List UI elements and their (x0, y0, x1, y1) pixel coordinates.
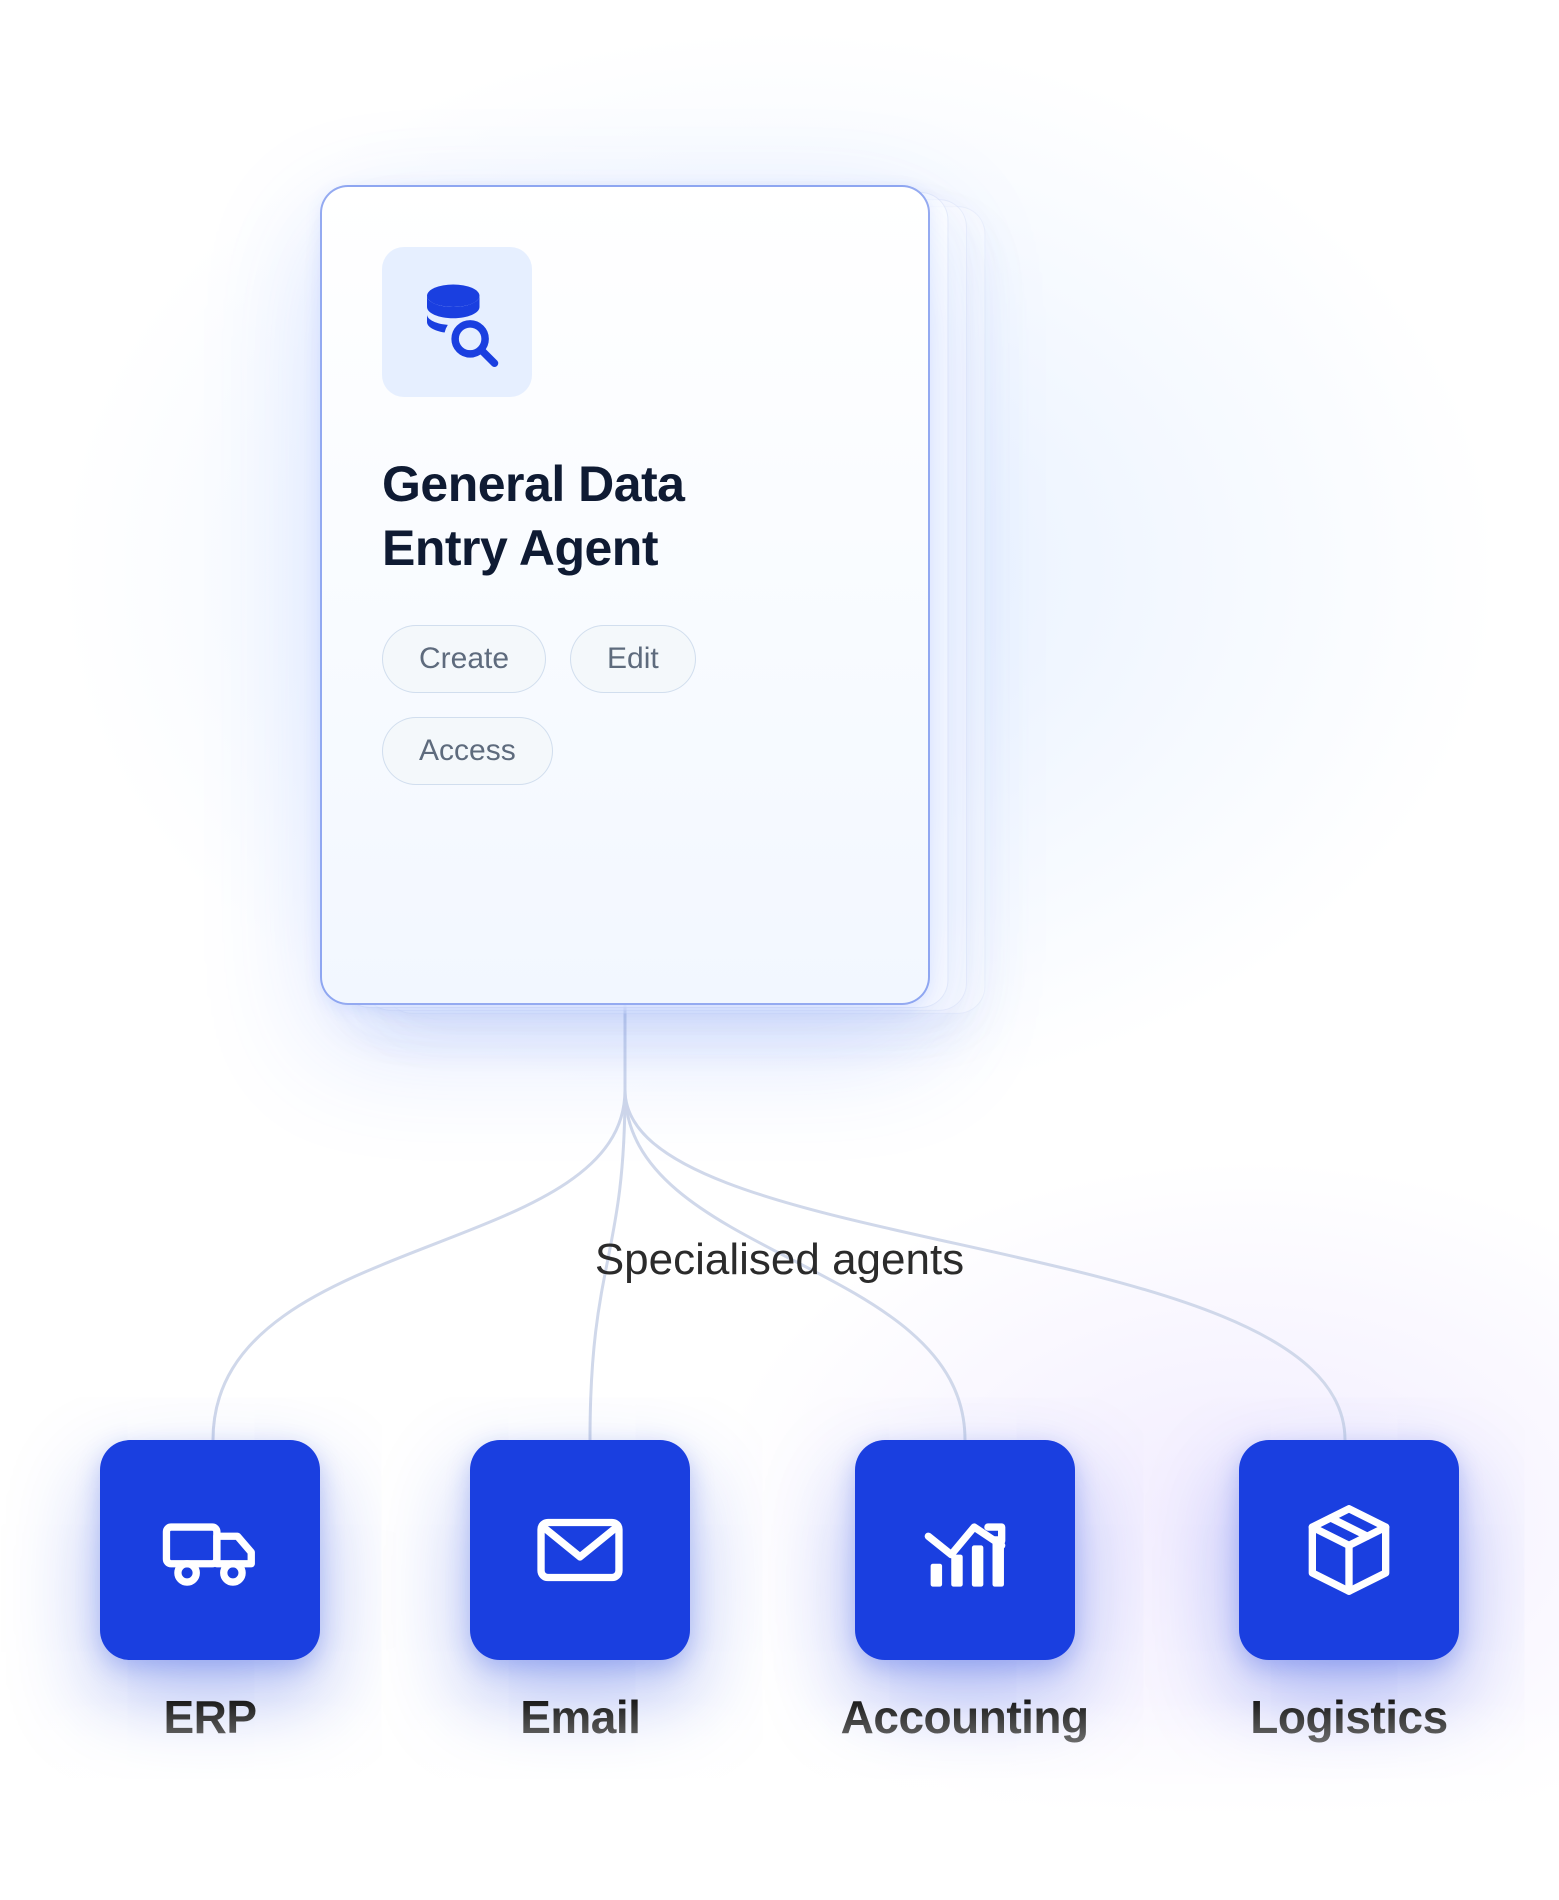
bottom-fade (0, 1700, 1559, 1900)
truck-icon (100, 1440, 320, 1660)
title-line-2: Entry Agent (382, 520, 658, 576)
agent-tags: Create Edit Access (382, 625, 868, 785)
mail-icon (470, 1440, 690, 1660)
database-search-icon (382, 247, 532, 397)
specialised-agents-label: Specialised agents (0, 1235, 1559, 1285)
agent-tile-erp: ERP (100, 1440, 320, 1744)
package-icon (1239, 1440, 1459, 1660)
diagram-stage: General Data Entry Agent Create Edit Acc… (0, 0, 1559, 1900)
title-line-1: General Data (382, 456, 684, 512)
tag-create: Create (382, 625, 546, 693)
specialised-agents-row: ERP Email (100, 1440, 1459, 1744)
chart-icon (855, 1440, 1075, 1660)
agent-tile-email: Email (470, 1440, 690, 1744)
tag-access: Access (382, 717, 553, 785)
agent-card-title: General Data Entry Agent (382, 452, 868, 580)
agent-tile-accounting: Accounting (841, 1440, 1089, 1744)
tag-edit: Edit (570, 625, 696, 693)
agent-tile-logistics: Logistics (1239, 1440, 1459, 1744)
agent-card: General Data Entry Agent Create Edit Acc… (320, 185, 930, 1005)
